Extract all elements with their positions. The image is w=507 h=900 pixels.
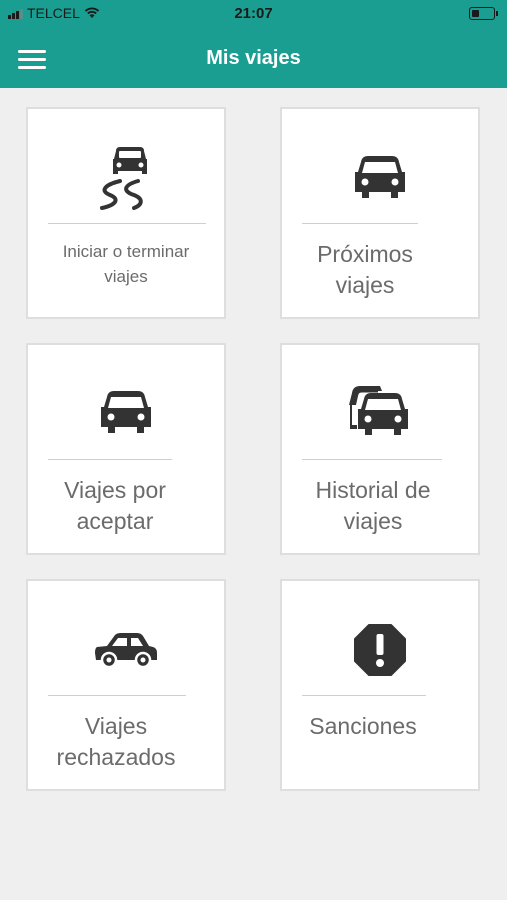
alert-octagon-icon (282, 623, 478, 677)
tile-sanciones[interactable]: Sanciones (280, 579, 480, 791)
car-front-icon (28, 389, 224, 437)
status-time: 21:07 (234, 5, 273, 22)
tile-iniciar-terminar-viajes[interactable]: Iniciar o terminar viajes (26, 107, 226, 319)
car-front-icon (282, 154, 478, 202)
nav-bar: Mis viajes (0, 32, 507, 88)
tile-label: Viajes rechazados (56, 713, 176, 770)
battery-fill (472, 10, 479, 17)
tile-label: Iniciar o terminar viajes (62, 242, 190, 286)
battery-icon (469, 7, 498, 20)
car-skidding-icon (28, 145, 224, 211)
tile-proximos-viajes[interactable]: Próximos viajes (280, 107, 480, 319)
tile-viajes-por-aceptar[interactable]: Viajes por aceptar (26, 343, 226, 555)
tile-label: Próximos viajes (317, 241, 413, 298)
status-bar: TELCEL 21:07 (0, 0, 507, 32)
tile-divider (48, 695, 186, 696)
tile-divider (302, 223, 418, 224)
tile-divider (302, 695, 426, 696)
tile-divider (48, 459, 172, 460)
page-title: Mis viajes (206, 47, 301, 69)
tile-divider (302, 459, 442, 460)
car-side-icon (28, 629, 224, 669)
tile-label: Sanciones (309, 713, 417, 739)
tile-label: Viajes por aceptar (64, 477, 166, 534)
tile-viajes-rechazados[interactable]: Viajes rechazados (26, 579, 226, 791)
tile-divider (48, 223, 206, 224)
tile-label: Historial de viajes (315, 477, 431, 534)
cars-history-icon (282, 383, 478, 441)
tile-historial-de-viajes[interactable]: Historial de viajes (280, 343, 480, 555)
